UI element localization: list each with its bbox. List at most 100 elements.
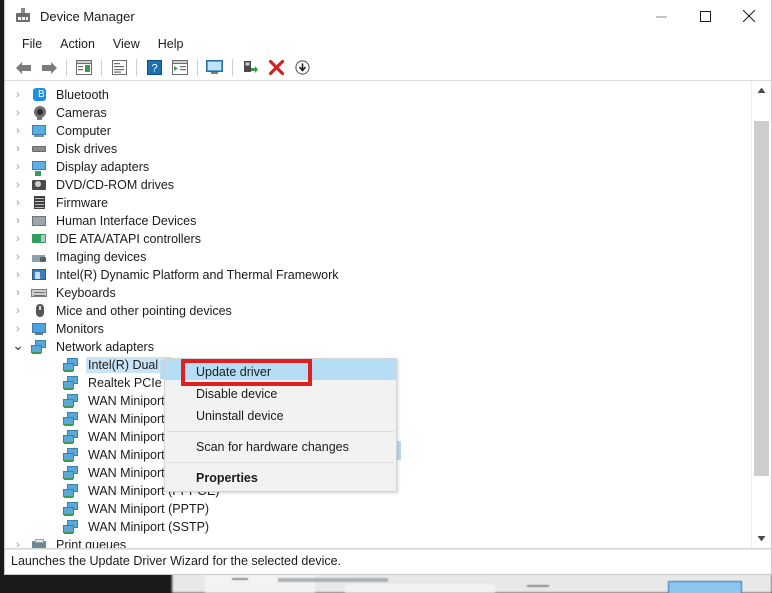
- forward-arrow-icon[interactable]: [37, 57, 61, 79]
- tree-item[interactable]: › Keyboards: [5, 284, 752, 302]
- chevron-right-icon: [43, 392, 57, 410]
- print-queue-icon: [31, 537, 48, 548]
- tree-item-label: Computer: [54, 123, 113, 139]
- disk-drive-icon: [31, 141, 48, 157]
- context-menu-item-properties[interactable]: Properties: [165, 467, 396, 489]
- tree-item[interactable]: › Computer: [5, 122, 752, 140]
- tree-item[interactable]: WAN Miniport (SSTP): [5, 518, 752, 536]
- chevron-right-icon[interactable]: ›: [11, 248, 25, 266]
- chevron-right-icon: [43, 356, 57, 374]
- bluetooth-icon: B: [31, 87, 48, 103]
- tree-item[interactable]: › B Bluetooth: [5, 86, 752, 104]
- chevron-right-icon: [43, 482, 57, 500]
- chevron-right-icon[interactable]: ›: [11, 86, 25, 104]
- network-adapter-icon: [63, 447, 80, 463]
- tree-item[interactable]: ›Print queues: [5, 536, 752, 548]
- tree-item-label: IDE ATA/ATAPI controllers: [54, 231, 203, 247]
- minimize-button[interactable]: [639, 0, 683, 32]
- context-menu-separator: [167, 462, 394, 463]
- chevron-right-icon[interactable]: ›: [11, 122, 25, 140]
- tree-item[interactable]: ›Intel(R) Dynamic Platform and Thermal F…: [5, 266, 752, 284]
- tree-item[interactable]: › Mice and other pointing devices: [5, 302, 752, 320]
- backdrop-panel-a: [205, 572, 315, 593]
- chevron-right-icon[interactable]: ›: [11, 536, 25, 548]
- back-arrow-icon[interactable]: [11, 57, 35, 79]
- show-hide-console-tree-icon[interactable]: [72, 57, 96, 79]
- firmware-icon: [31, 195, 48, 211]
- scan-for-hardware-changes-icon[interactable]: [203, 57, 227, 79]
- backdrop-panel-b: [345, 584, 495, 593]
- tree-item-label: WAN Miniport: [86, 465, 167, 481]
- menu-help[interactable]: Help: [149, 35, 193, 53]
- tree-item[interactable]: › Imaging devices: [5, 248, 752, 266]
- tree-item-label: Disk drives: [54, 141, 119, 157]
- tree-item-label: WAN Miniport: [86, 393, 167, 409]
- computer-icon: [31, 123, 48, 139]
- help-icon[interactable]: ?: [142, 57, 166, 79]
- chevron-right-icon[interactable]: ›: [11, 284, 25, 302]
- tree-item[interactable]: ›DVD/CD-ROM drives: [5, 176, 752, 194]
- tree-item-label: Mice and other pointing devices: [54, 303, 234, 319]
- toolbar-separator: [136, 59, 137, 76]
- tree-item[interactable]: ›Human Interface Devices: [5, 212, 752, 230]
- camera-icon: [31, 105, 48, 121]
- chevron-right-icon: [43, 518, 57, 536]
- toolbar-separator: [197, 59, 198, 76]
- tree-item-label: Imaging devices: [54, 249, 148, 265]
- tree-item-label: Bluetooth: [54, 87, 111, 103]
- tree-item[interactable]: ›Monitors: [5, 320, 752, 338]
- close-button[interactable]: [727, 0, 771, 32]
- disable-device-icon[interactable]: [290, 57, 314, 79]
- chevron-right-icon[interactable]: ›: [11, 158, 25, 176]
- status-bar: Launches the Update Driver Wizard for th…: [5, 549, 771, 572]
- tree-item-label: WAN Miniport (PPTP): [86, 501, 211, 517]
- tree-item-label: WAN Miniport: [86, 429, 167, 445]
- tree-item-label: Keyboards: [54, 285, 118, 301]
- context-menu-item-scan-for-hardware-changes[interactable]: Scan for hardware changes: [165, 436, 396, 458]
- network-adapter-icon: [63, 411, 80, 427]
- chevron-right-icon[interactable]: ›: [11, 230, 25, 248]
- imaging-device-icon: [31, 249, 48, 265]
- maximize-button[interactable]: [683, 0, 727, 32]
- properties-icon[interactable]: [107, 57, 131, 79]
- scroll-up-arrow-icon[interactable]: [752, 81, 771, 100]
- tree-item[interactable]: ›Display adapters: [5, 158, 752, 176]
- context-menu-item-uninstall-device[interactable]: Uninstall device: [165, 405, 396, 427]
- scrollbar-thumb[interactable]: [754, 121, 769, 476]
- update-driver-icon[interactable]: [238, 57, 262, 79]
- network-adapter-icon: [63, 519, 80, 535]
- chevron-right-icon: [43, 446, 57, 464]
- context-menu-separator: [167, 431, 394, 432]
- tree-item[interactable]: ›Firmware: [5, 194, 752, 212]
- chevron-right-icon[interactable]: ›: [11, 140, 25, 158]
- vertical-scrollbar[interactable]: [751, 81, 771, 548]
- scan-list-icon[interactable]: [168, 57, 192, 79]
- scroll-down-arrow-icon[interactable]: [752, 529, 771, 548]
- uninstall-device-icon[interactable]: [264, 57, 288, 79]
- tree-item[interactable]: › Disk drives: [5, 140, 752, 158]
- tree-item-label: Monitors: [54, 321, 106, 337]
- chevron-down-icon[interactable]: ⌄: [11, 336, 25, 354]
- mouse-icon: [31, 303, 48, 319]
- menu-action[interactable]: Action: [51, 35, 104, 53]
- context-menu-item-disable-device[interactable]: Disable device: [165, 383, 396, 405]
- tree-item[interactable]: › IDE ATA/ATAPI controllers: [5, 230, 752, 248]
- chevron-right-icon[interactable]: ›: [11, 302, 25, 320]
- chevron-right-icon[interactable]: ›: [11, 104, 25, 122]
- tree-item[interactable]: ⌄Network adapters: [5, 338, 752, 356]
- chevron-right-icon[interactable]: ›: [11, 212, 25, 230]
- network-adapter-icon: [63, 483, 80, 499]
- menu-view[interactable]: View: [104, 35, 149, 53]
- backdrop-field-a: [278, 578, 388, 582]
- status-text: Launches the Update Driver Wizard for th…: [11, 554, 341, 568]
- tree-item[interactable]: ›Cameras: [5, 104, 752, 122]
- backdrop-text-a: [232, 578, 248, 580]
- chevron-right-icon[interactable]: ›: [11, 266, 25, 284]
- tree-item[interactable]: WAN Miniport (PPTP): [5, 500, 752, 518]
- monitor-icon: [31, 321, 48, 337]
- window-controls: [639, 0, 771, 32]
- chevron-right-icon[interactable]: ›: [11, 194, 25, 212]
- menu-file[interactable]: File: [13, 35, 51, 53]
- menu-bar: File Action View Help: [5, 33, 771, 55]
- chevron-right-icon[interactable]: ›: [11, 176, 25, 194]
